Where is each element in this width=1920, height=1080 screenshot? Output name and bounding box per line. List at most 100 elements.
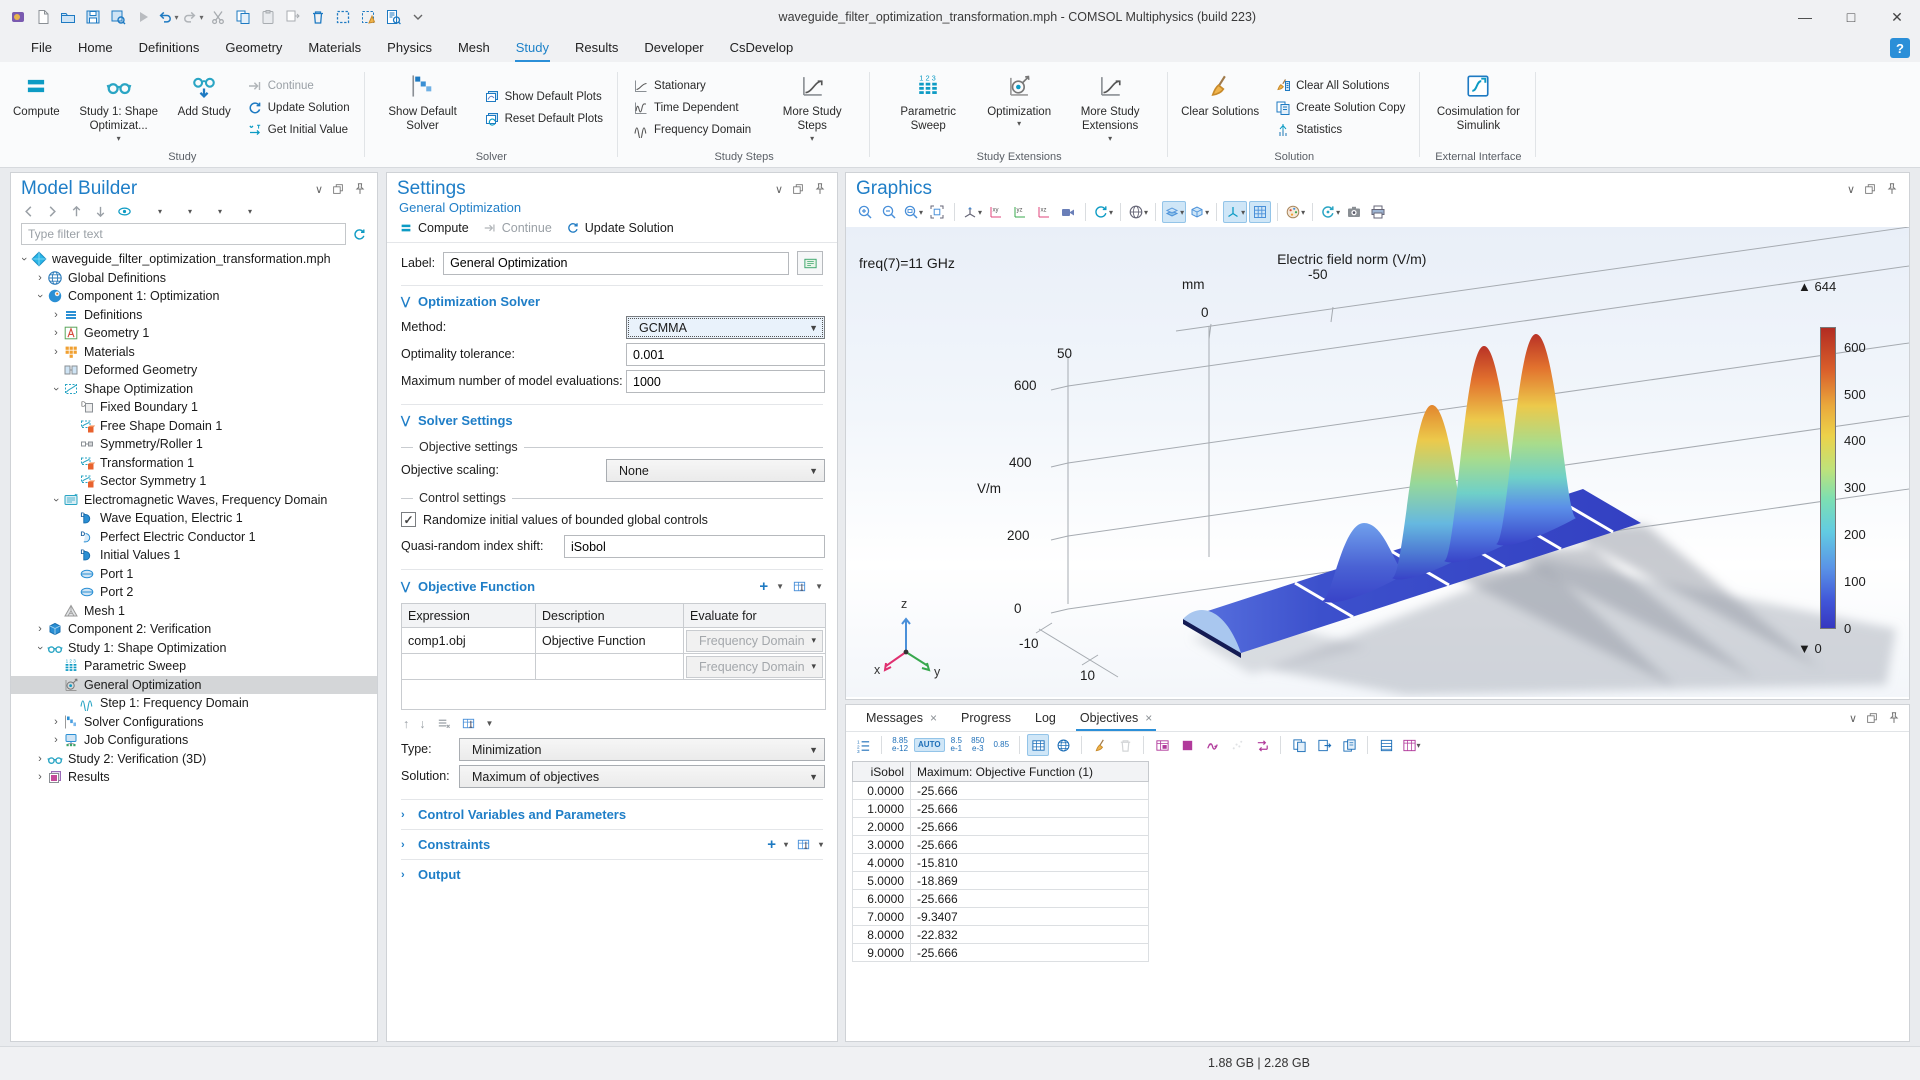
add-constraint-caret[interactable]: ▾ [784,840,788,849]
pin-icon[interactable] [1887,711,1901,725]
continue-button[interactable]: Continue [242,76,355,96]
tree-expander-icon[interactable]: › [34,289,46,303]
tree-item-fixed-boundary-1[interactable]: DFixed Boundary 1 [11,398,377,417]
delete-row-icon[interactable] [436,716,451,731]
redo-button[interactable]: ▾ [181,5,205,29]
more-study-extensions-button[interactable]: More Study Extensions▾ [1058,65,1162,150]
transparency-button[interactable]: ▾ [1162,201,1186,223]
max-evaluations-input[interactable] [626,370,825,393]
float-window-icon[interactable] [1863,182,1877,196]
close-tab-icon[interactable]: × [1145,711,1152,725]
move-up-button[interactable] [69,204,84,219]
menu-geometry[interactable]: Geometry [212,34,295,62]
cut-button[interactable] [206,5,230,29]
tree-item-transformation-1[interactable]: Transformation 1 [11,454,377,473]
objectives-row[interactable]: 6.0000-25.666 [853,890,1149,908]
customize-caret-button[interactable] [406,5,430,29]
row-numbers-button[interactable]: 123 [852,734,874,756]
reset-default-plots-button[interactable]: Reset Default Plots [479,109,608,129]
cosimulation-for-simulink-button[interactable]: Cosimulation for Simulink [1426,65,1530,150]
show-default-plots-button[interactable]: Show Default Plots [479,87,608,107]
tree-item-waveguide-filter-optimization-transforma[interactable]: ›waveguide_filter_optimization_transform… [11,250,377,269]
deselect-region-button[interactable] [356,5,380,29]
tree-item-free-shape-domain-1[interactable]: Free Shape Domain 1 [11,417,377,436]
precision-8p5e-1-button[interactable]: 8.5 e-1 [948,735,966,755]
tree-item-parametric-sweep[interactable]: 1 2 3Parametric Sweep [11,657,377,676]
show-button[interactable] [117,204,132,219]
table-plot-button[interactable] [1201,734,1223,756]
objectives-row[interactable]: 3.0000-25.666 [853,836,1149,854]
precision-0p85-button[interactable]: 0.85 [990,739,1012,751]
tree-expander-icon[interactable]: › [33,753,47,765]
menu-csdevelop[interactable]: CsDevelop [717,34,807,62]
forward-button[interactable] [45,204,60,219]
filter-caret-button[interactable]: ▾ [231,204,252,219]
menu-home[interactable]: Home [65,34,126,62]
section-control-variables-and-parameters[interactable]: ›Control Variables and Parameters [401,799,823,829]
tab-log[interactable]: Log [1023,705,1068,731]
edit-rows-caret[interactable]: ▼ [486,719,494,728]
panel-collapse-icon[interactable]: ∨ [1847,183,1855,196]
edit-table-icon[interactable] [792,579,807,594]
zoom-in-button[interactable] [854,201,876,223]
tree-expander-icon[interactable]: › [49,734,63,746]
clear-all-solutions-button[interactable]: Clear All Solutions [1270,76,1410,96]
tree-item-deformed-geometry[interactable]: Deformed Geometry [11,361,377,380]
precision-auto-button[interactable]: AUTO [914,738,945,752]
menu-file[interactable]: File [18,34,65,62]
back-button[interactable] [21,204,36,219]
menu-physics[interactable]: Physics [374,34,445,62]
rotate-button[interactable]: ▾ [1092,201,1114,223]
continue-button[interactable]: Continue [483,221,552,235]
clear-solutions-button[interactable]: Clear Solutions [1174,65,1266,150]
table-transpose-button[interactable] [1251,734,1273,756]
pin-icon[interactable] [813,182,827,196]
frequency-domain-button[interactable]: Frequency Domain [628,120,756,140]
tree-expander-icon[interactable]: › [33,623,47,635]
statistics-button[interactable]: Statistics [1270,120,1410,140]
copy-all-button[interactable] [1338,734,1360,756]
table-surface-button[interactable] [1176,734,1198,756]
tree-item-definitions[interactable]: ›Definitions [11,306,377,325]
objective-row[interactable]: comp1.objObjective FunctionFrequency Dom… [402,628,826,654]
objectives-row[interactable]: 5.0000-18.869 [853,872,1149,890]
save-button[interactable] [81,5,105,29]
select-region-button[interactable] [331,5,355,29]
view-xz-button[interactable]: xz [1033,201,1055,223]
collapse-caret-button[interactable]: ▾ [171,204,192,219]
undo-button[interactable]: ▾ [156,5,180,29]
menu-results[interactable]: Results [562,34,631,62]
view-xy-button[interactable]: xy [985,201,1007,223]
cube-view-button[interactable]: ▾ [1188,201,1210,223]
minimize-button[interactable]: — [1782,0,1828,34]
go-to-view-button[interactable]: ▾ [961,201,983,223]
float-window-icon[interactable] [1865,711,1879,725]
tree-item-electromagnetic-waves-frequency-domain[interactable]: ›Electromagnetic Waves, Frequency Domain [11,491,377,510]
stationary-button[interactable]: Stationary [628,76,756,96]
evaluate-for-select[interactable]: Frequency Domain▾ [686,630,823,652]
time-dependent-button[interactable]: Time Dependent [628,98,756,118]
update-solution-button[interactable]: Update Solution [566,221,674,235]
add-study-button[interactable]: Add Study [171,65,238,150]
print-button[interactable] [1367,201,1389,223]
expression-cell[interactable] [402,654,536,680]
column-evaluate-for[interactable]: Evaluate for [684,604,826,628]
delete-button[interactable] [306,5,330,29]
menu-materials[interactable]: Materials [295,34,374,62]
expand-caret-button[interactable]: ▾ [141,204,162,219]
tree-item-perfect-electric-conductor-1[interactable]: DPerfect Electric Conductor 1 [11,528,377,547]
grid-button[interactable] [1249,201,1271,223]
tree-expander-icon[interactable]: › [50,493,62,507]
show-label-button[interactable] [797,251,823,275]
description-cell[interactable] [536,654,684,680]
tree-item-solver-configurations[interactable]: ›Solver Configurations [11,713,377,732]
optimization-button[interactable]: Optimization▾ [980,65,1058,150]
tree-item-shape-optimization[interactable]: ›Shape Optimization [11,380,377,399]
section-output[interactable]: ›Output [401,859,823,889]
objectives-row[interactable]: 1.0000-25.666 [853,800,1149,818]
color-palette-button[interactable]: ▾ [1284,201,1306,223]
menu-definitions[interactable]: Definitions [126,34,213,62]
tree-item-general-optimization[interactable]: General Optimization [11,676,377,695]
section-optimization-solver[interactable]: ⋁Optimization Solver [401,285,823,315]
tree-item-study-2-verification-3d-[interactable]: ›Study 2: Verification (3D) [11,750,377,769]
